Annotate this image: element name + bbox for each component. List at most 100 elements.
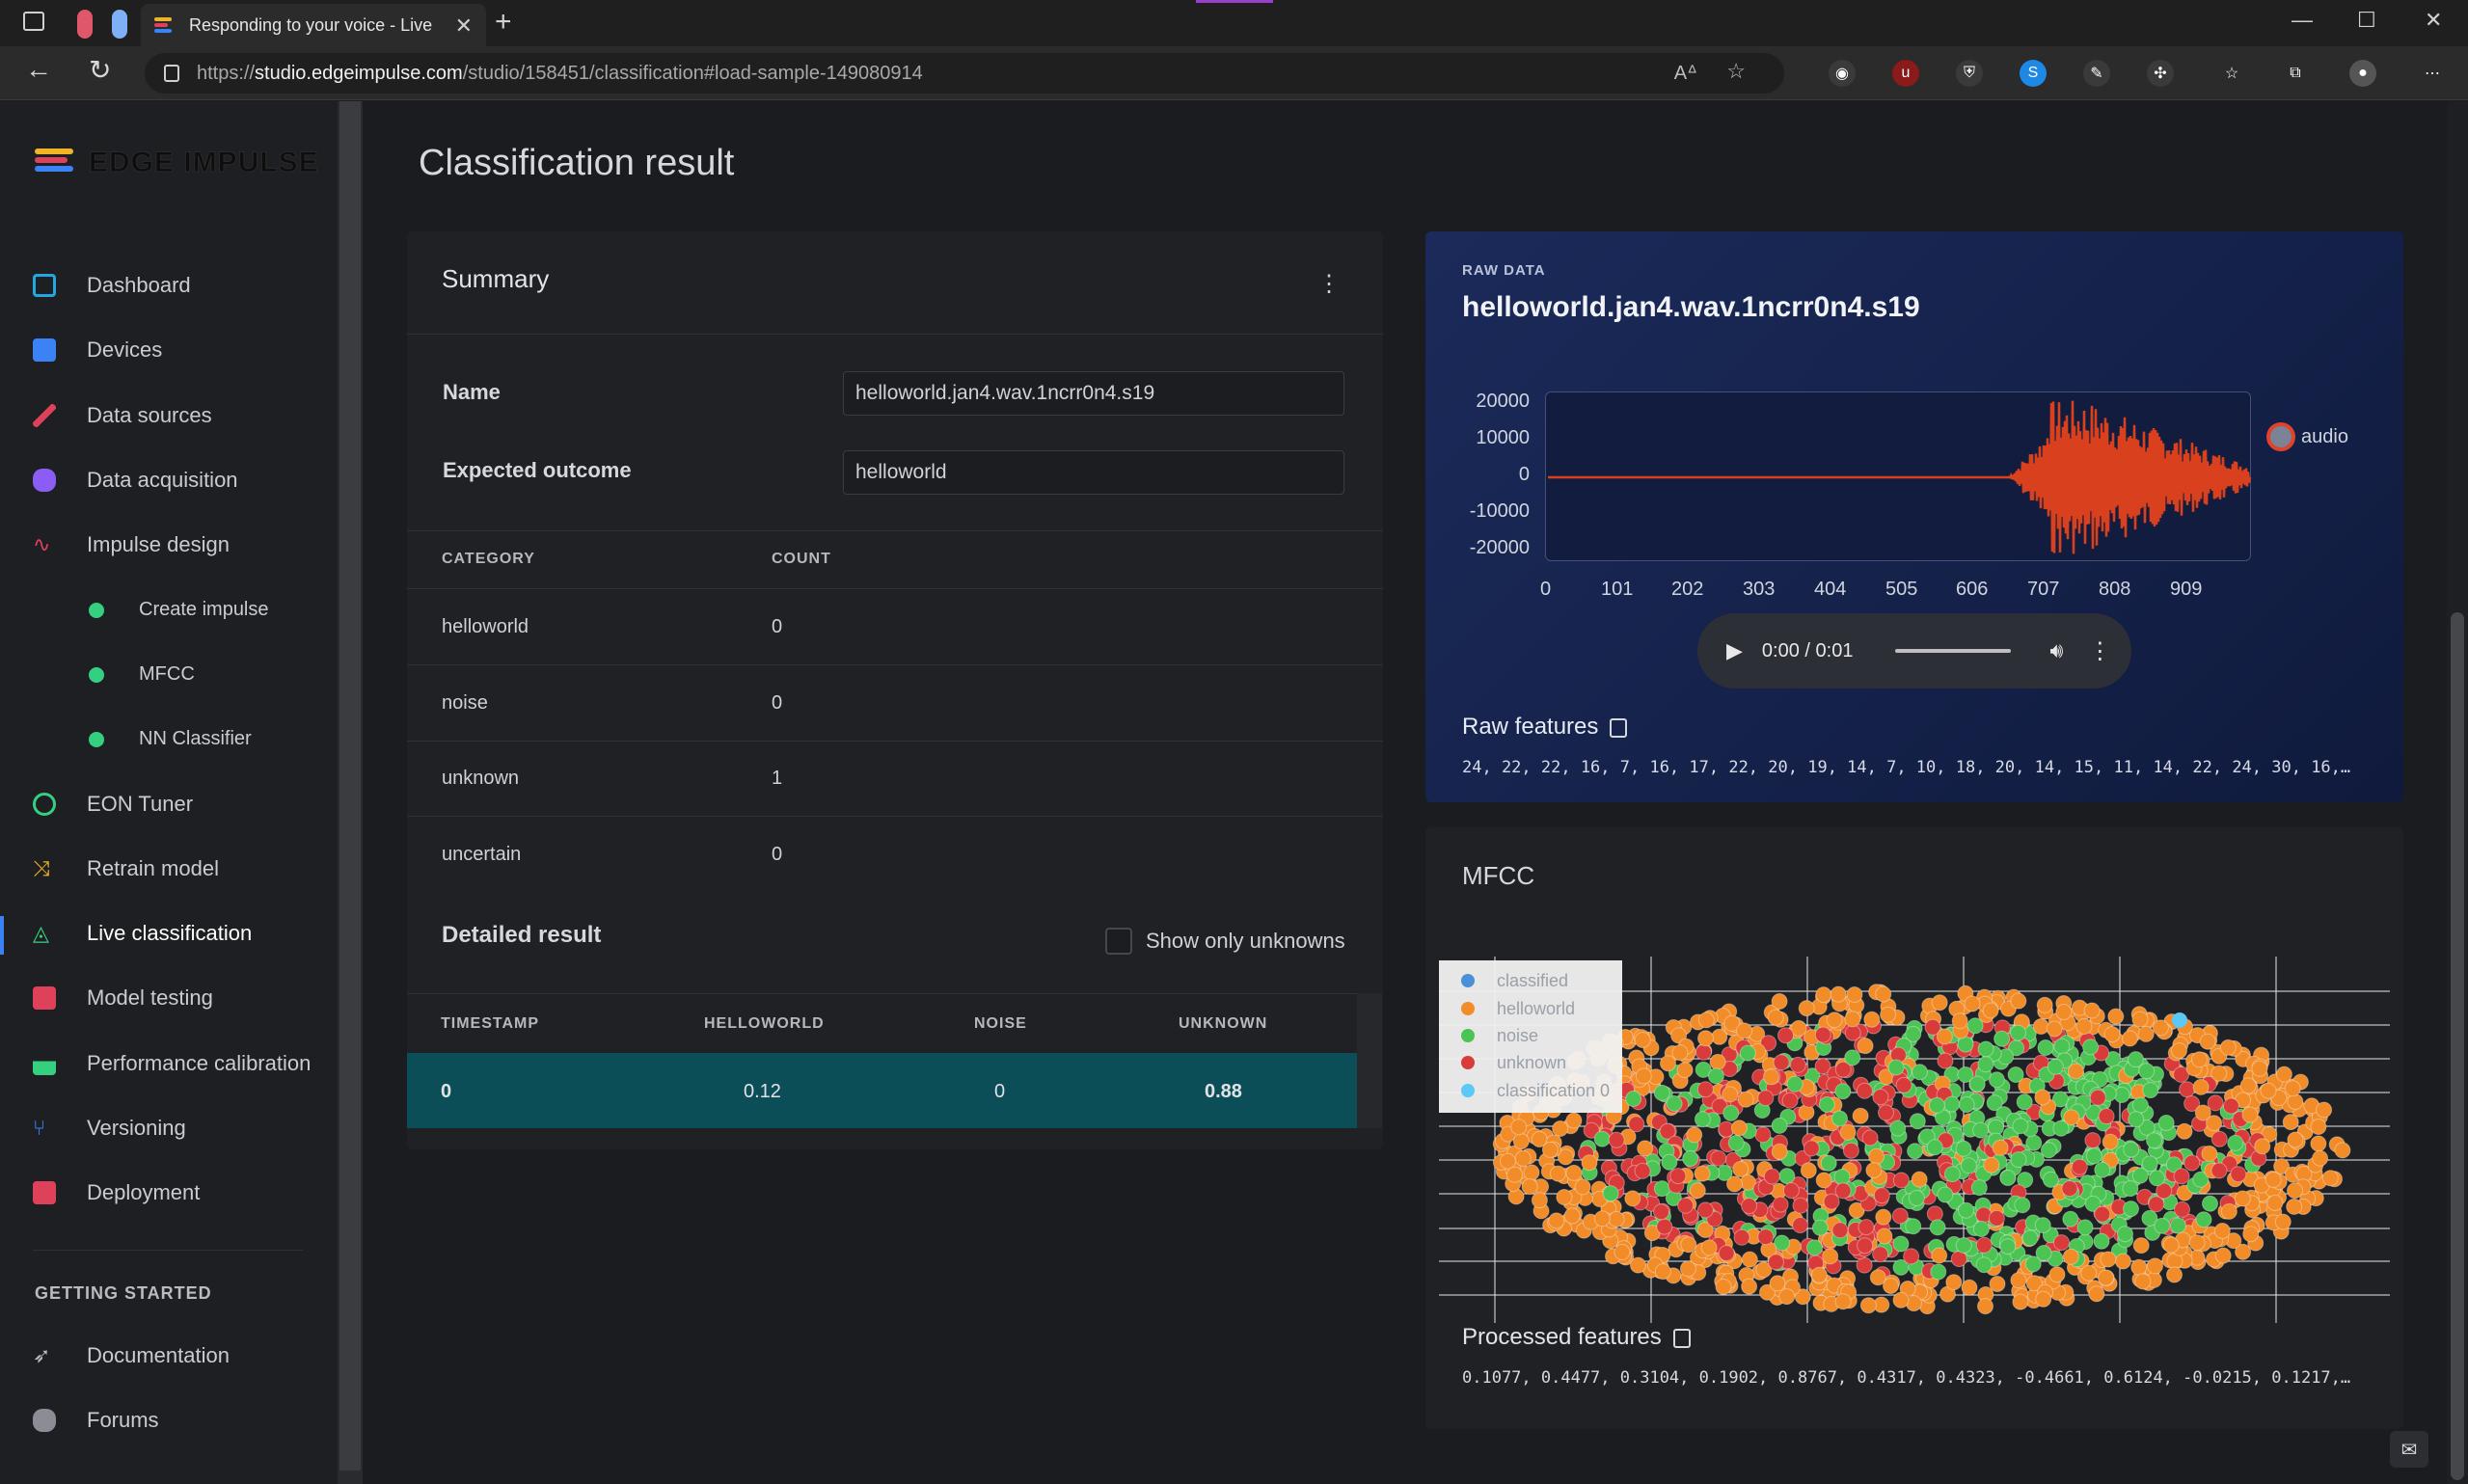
extension-glasses-icon[interactable]: ◉: [1829, 60, 1856, 87]
scatter-point: [1831, 1110, 1848, 1127]
tab-close-icon[interactable]: ✕: [455, 13, 473, 39]
extension-feather-icon[interactable]: ✎: [2083, 60, 2110, 87]
sidebar-item-versioning[interactable]: ⑂ Versioning: [33, 1116, 186, 1141]
scatter-point: [2169, 1217, 2186, 1234]
page-scrollbar[interactable]: [2447, 101, 2468, 1484]
legend-unknown-marker-icon: [1461, 1056, 1475, 1069]
sidebar-item-performance-calibration[interactable]: Performance calibration: [33, 1051, 311, 1076]
address-bar[interactable]: https://studio.edgeimpulse.com/studio/15…: [145, 53, 1784, 94]
scatter-point: [1908, 1190, 1925, 1206]
scatter-point: [1628, 1116, 1645, 1133]
sidebar-subitem-create-impulse[interactable]: Create impulse: [89, 599, 269, 621]
sidebar-item-label: Versioning: [87, 1116, 186, 1140]
scatter-point: [2254, 1138, 2271, 1155]
extension-shield-icon[interactable]: ⛨: [1956, 60, 1983, 87]
scatter-point: [2274, 1213, 2292, 1230]
scatter-point: [2088, 1285, 2105, 1303]
table-scrollbar[interactable]: [1357, 993, 1382, 1128]
favorite-star-icon[interactable]: ☆: [1726, 59, 1746, 84]
sidebar-scrollbar[interactable]: [338, 101, 363, 1484]
favorites-icon[interactable]: ☆: [2218, 60, 2245, 87]
copy-icon[interactable]: [1610, 717, 1628, 738]
feedback-icon[interactable]: ✉: [2390, 1431, 2428, 1468]
player-more-icon[interactable]: ⋮: [2088, 637, 2111, 665]
tab-group-red-icon[interactable]: [77, 10, 93, 39]
sidebar-item-label: Live classification: [87, 921, 253, 945]
scatter-point: [1930, 1263, 1947, 1281]
sidebar-item-live-classification[interactable]: ◬ Live classification: [33, 921, 252, 946]
tab-group-blue-icon[interactable]: [112, 10, 127, 39]
volume-icon[interactable]: 🔊︎: [2049, 638, 2063, 663]
page-scroll-thumb[interactable]: [2451, 612, 2464, 1480]
scatter-point: [1581, 1154, 1598, 1172]
more-options-icon[interactable]: ⋮: [1317, 270, 1341, 298]
copy-icon[interactable]: [1672, 1328, 1691, 1348]
read-aloud-icon[interactable]: Aᐞ: [1674, 61, 1697, 85]
scatter-point: [2213, 1223, 2231, 1239]
browser-tab-active[interactable]: Responding to your voice - Live ✕: [141, 4, 486, 46]
show-only-unknowns-checkbox[interactable]: [1105, 928, 1132, 955]
play-icon[interactable]: ▶: [1726, 638, 1743, 663]
sidebar-item-impulse-design[interactable]: ∿ Impulse design: [33, 532, 230, 557]
new-tab-button[interactable]: +: [495, 6, 512, 39]
legend-audio[interactable]: audio: [2266, 422, 2348, 451]
sidebar-item-dashboard[interactable]: Dashboard: [33, 273, 191, 298]
scatter-point: [1972, 1221, 1990, 1237]
scatter-point: [1863, 1011, 1881, 1028]
refresh-icon[interactable]: ↻: [89, 54, 111, 86]
scatter-point: [1858, 1219, 1875, 1236]
scatter-point: [1803, 1140, 1820, 1157]
scatter-point: [1861, 1129, 1879, 1147]
mfcc-scatter-plot[interactable]: classified helloworld noise unknown clas…: [1439, 957, 2390, 1323]
extensions-puzzle-icon[interactable]: ✣: [2147, 60, 2174, 87]
scatter-point: [1700, 1239, 1718, 1256]
maximize-button[interactable]: ☐: [2357, 8, 2376, 33]
profile-avatar[interactable]: ●: [2349, 60, 2376, 87]
scatter-point: [2312, 1149, 2329, 1167]
sidebar-item-documentation[interactable]: ➶ Documentation: [33, 1343, 230, 1368]
column-header-category: CATEGORY: [442, 551, 535, 567]
sidebar-item-eon-tuner[interactable]: EON Tuner: [33, 792, 193, 817]
extension-blue-icon[interactable]: S: [2020, 60, 2047, 87]
audio-player[interactable]: ▶ 0:00 / 0:01 🔊︎ ⋮: [1697, 613, 2131, 688]
sidebar-item-model-testing[interactable]: Model testing: [33, 985, 213, 1011]
legend-helloworld-marker-icon: [1461, 1002, 1475, 1015]
browser-menu-icon[interactable]: ⋯: [2419, 60, 2446, 87]
collections-icon[interactable]: ⧉: [2282, 60, 2309, 87]
waveform-plot[interactable]: [1545, 391, 2252, 561]
scatter-point: [2046, 1020, 2063, 1038]
extension-ublock-icon[interactable]: u: [1892, 60, 1919, 87]
close-window-button[interactable]: ✕: [2425, 8, 2442, 33]
scatter-point: [2093, 1232, 2110, 1250]
sidebar-subitem-mfcc[interactable]: MFCC: [89, 663, 195, 686]
x-tick-label: 606: [1956, 579, 1989, 600]
radar-icon: ◬: [33, 921, 49, 945]
sidebar-item-devices[interactable]: Devices: [33, 337, 162, 363]
scatter-point: [2132, 1237, 2150, 1255]
scatter-point: [1697, 1012, 1715, 1029]
edge-impulse-logo[interactable]: EDGE IMPULSE: [35, 147, 319, 179]
sidebar-item-data-sources[interactable]: Data sources: [33, 403, 212, 428]
minimize-button[interactable]: —: [2292, 8, 2313, 33]
sidebar-item-data-acquisition[interactable]: Data acquisition: [33, 468, 238, 493]
scatter-point: [1694, 1111, 1711, 1128]
name-field[interactable]: helloworld.jan4.wav.1ncrr0n4.s19: [843, 371, 1344, 416]
scatter-point: [1696, 1201, 1714, 1219]
sidebar-item-forums[interactable]: Forums: [33, 1408, 159, 1433]
scatter-point: [1846, 986, 1863, 1003]
sidebar-item-deployment[interactable]: Deployment: [33, 1180, 200, 1205]
scatter-point: [1556, 1189, 1573, 1205]
scatter-point: [2191, 1051, 2208, 1068]
expected-outcome-field[interactable]: helloworld: [843, 450, 1344, 495]
sidebar-subitem-nn-classifier[interactable]: NN Classifier: [89, 728, 252, 750]
sidebar-item-retrain-model[interactable]: ⤨ Retrain model: [33, 856, 219, 881]
back-icon[interactable]: ←: [25, 54, 52, 85]
show-only-unknowns-label[interactable]: Show only unknowns: [1146, 929, 1345, 954]
scatter-point: [1875, 985, 1892, 1003]
scatter-point: [2316, 1101, 2333, 1119]
scatter-point: [1506, 1166, 1523, 1183]
sidebar-toggle-icon[interactable]: [23, 12, 44, 31]
seek-slider[interactable]: [1895, 649, 2012, 653]
sidebar-scroll-thumb[interactable]: [339, 101, 361, 1471]
scatter-point: [1727, 1134, 1745, 1151]
